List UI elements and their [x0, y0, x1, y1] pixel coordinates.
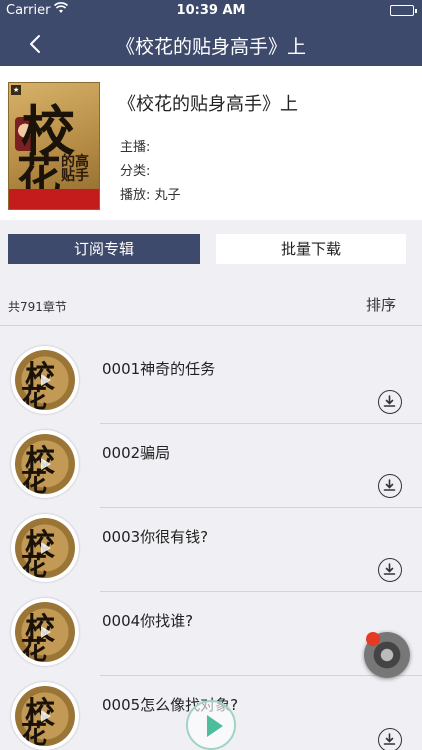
sort-button[interactable]: 排序 — [366, 294, 396, 315]
album-category: 分类: — [120, 160, 150, 179]
back-button[interactable] — [22, 30, 50, 58]
album-title: 《校花的贴身高手》上 — [118, 94, 298, 115]
chapter-title[interactable]: 0004你找谁? — [102, 610, 193, 631]
chapter-thumbnail[interactable]: 校花 — [11, 430, 79, 498]
download-icon[interactable] — [378, 390, 402, 414]
nav-bar: 《校花的贴身高手》上 — [0, 22, 422, 66]
play-button[interactable] — [186, 700, 236, 750]
status-bar: Carrier 10:39 AM — [0, 0, 422, 22]
chapter-thumbnail[interactable]: 校花 — [11, 514, 79, 582]
chapter-title[interactable]: 0003你很有钱? — [102, 526, 208, 547]
batch-download-button[interactable]: 批量下载 — [216, 234, 406, 264]
cover-small-glyphs: 的高贴手 — [61, 154, 89, 184]
chapter-title[interactable]: 0001神奇的任务 — [102, 358, 215, 379]
chapter-count: 共791章节 — [8, 300, 67, 314]
mini-player-indicator — [366, 632, 380, 646]
list-item[interactable]: 校花 0002骗局 — [0, 424, 422, 508]
nav-title: 《校花的贴身高手》上 — [115, 36, 306, 58]
clock: 10:39 AM — [176, 3, 246, 18]
battery-icon — [390, 5, 417, 16]
chapter-thumbnail[interactable]: 校花 — [11, 682, 79, 750]
album-header: ★ 校 花 的高贴手 《校花的贴身高手》上 主播: 分类: 播放: 丸子 — [0, 66, 422, 220]
album-host: 主播: — [120, 136, 150, 155]
play-icon — [41, 542, 51, 554]
list-item[interactable]: 校花 0004你找谁? — [0, 592, 422, 676]
cover-badge: ★ — [11, 85, 22, 95]
mini-player-disc[interactable] — [364, 632, 410, 678]
chevron-left-icon — [30, 35, 40, 53]
play-icon — [41, 458, 51, 470]
chapter-list-header: 共791章节 排序 — [0, 280, 422, 326]
album-plays: 播放: 丸子 — [120, 184, 181, 203]
play-icon — [41, 710, 51, 722]
category-label: 分类: — [120, 164, 151, 179]
host-label: 主播: — [120, 140, 151, 155]
play-icon — [207, 715, 223, 737]
subscribe-button[interactable]: 订阅专辑 — [8, 234, 200, 264]
download-icon[interactable] — [378, 558, 402, 582]
play-icon — [41, 626, 51, 638]
chapter-title[interactable]: 0002骗局 — [102, 442, 170, 463]
album-cover: ★ 校 花 的高贴手 — [8, 82, 100, 210]
plays-label: 播放: — [120, 188, 151, 203]
play-icon — [41, 374, 51, 386]
list-item[interactable]: 校花 0001神奇的任务 — [0, 340, 422, 424]
action-bar: 订阅专辑 批量下载 — [0, 220, 422, 280]
list-item[interactable]: 校花 0003你很有钱? — [0, 508, 422, 592]
cover-band — [9, 189, 99, 209]
chapter-thumbnail[interactable]: 校花 — [11, 598, 79, 666]
chapter-thumbnail[interactable]: 校花 — [11, 346, 79, 414]
plays-value: 丸子 — [154, 188, 181, 203]
download-icon[interactable] — [378, 728, 402, 750]
download-icon[interactable] — [378, 474, 402, 498]
